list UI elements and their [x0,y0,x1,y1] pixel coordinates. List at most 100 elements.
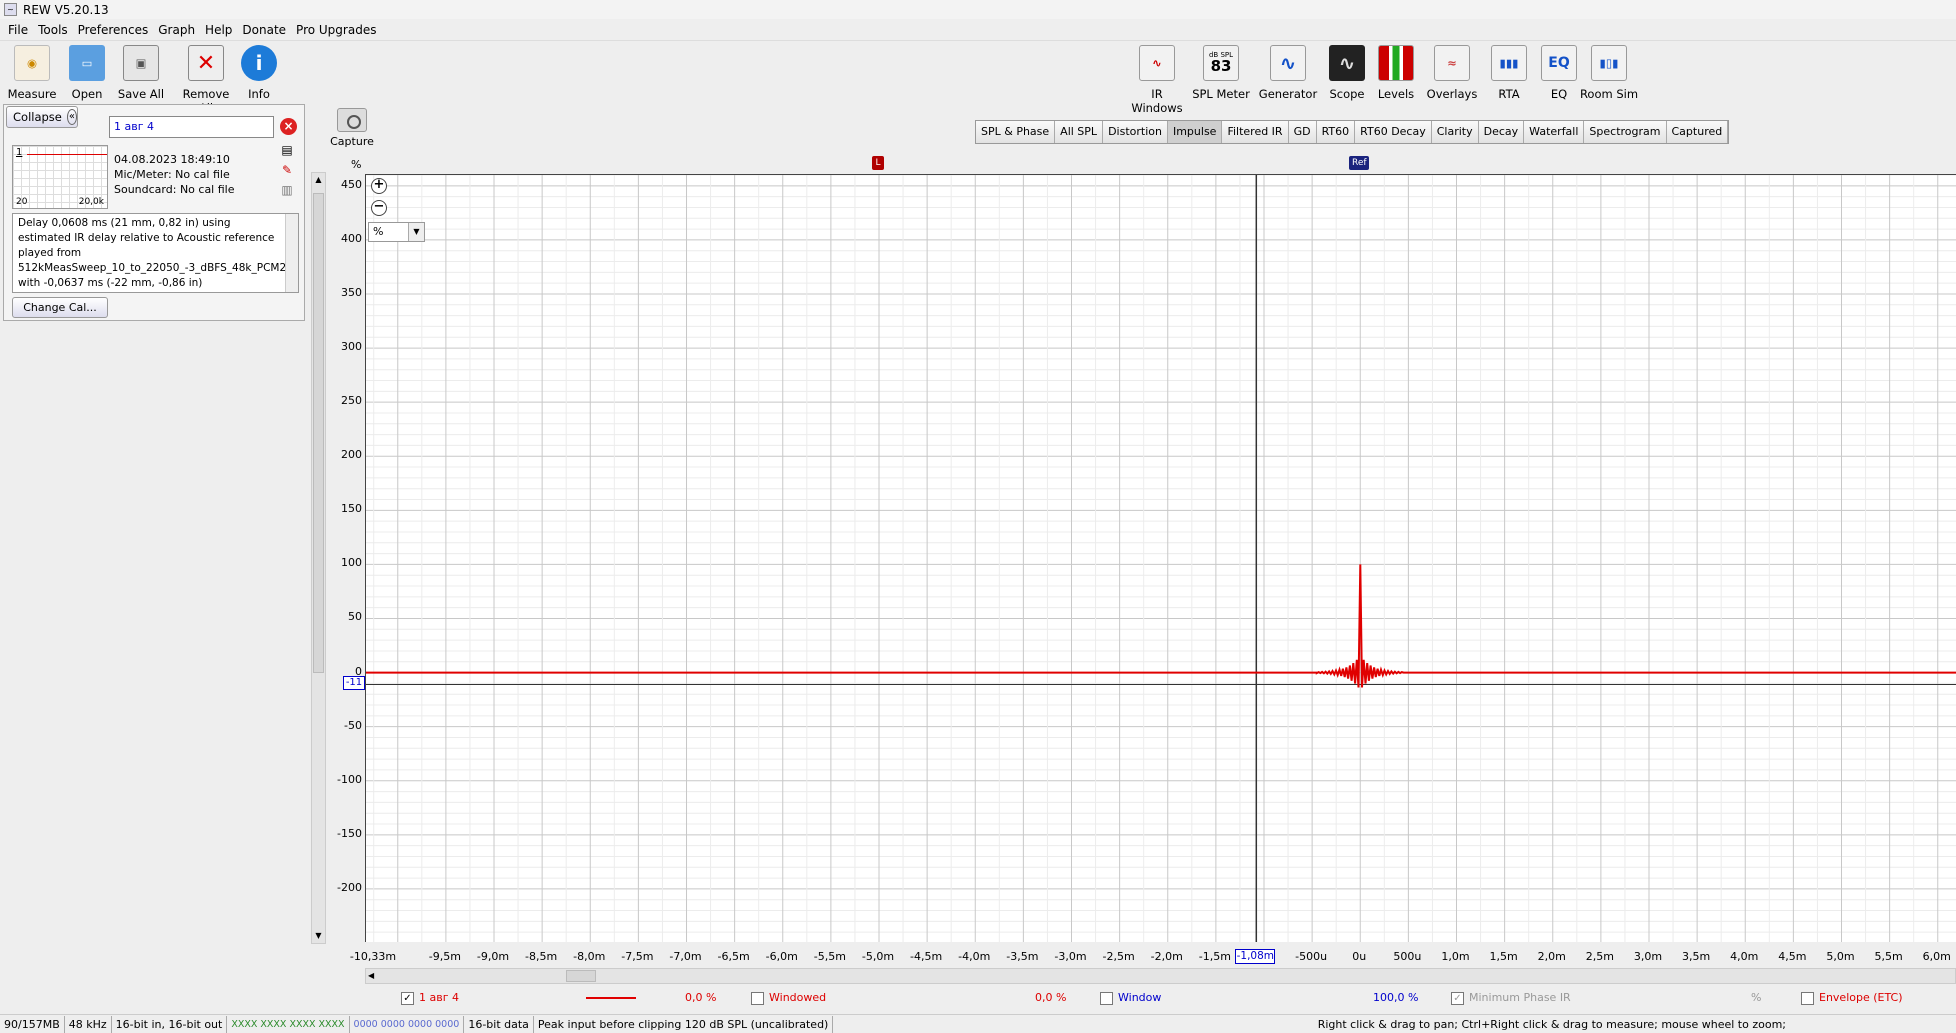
save-measurement-icon[interactable]: ▤ [279,143,295,159]
legend-windowed[interactable]: Windowed [751,991,826,1005]
legend-min-phase[interactable]: ✓ Minimum Phase IR [1451,991,1571,1005]
tab-spectrogram[interactable]: Spectrogram [1584,121,1667,143]
menu-donate[interactable]: Donate [242,23,286,37]
x-tick-label: -7,5m [621,950,654,963]
menu-pro-upgrades[interactable]: Pro Upgrades [296,23,376,37]
remove-measurement-icon[interactable]: × [280,118,297,135]
y-tick-label: 100 [341,556,362,570]
impulse-plot-svg [366,175,1956,942]
marker-l[interactable]: L [872,156,884,170]
change-cal-button[interactable]: Change Cal... [12,297,108,318]
measure-icon: ◉ [14,45,50,81]
menu-graph[interactable]: Graph [158,23,195,37]
room-sim-button[interactable]: ▮▯▮ Room Sim [1577,45,1641,101]
status-peak-input: Peak input before clipping 120 dB SPL (u… [534,1015,834,1033]
tab-spl-phase[interactable]: SPL & Phase [976,121,1056,143]
zoom-in-icon[interactable]: + [371,178,387,194]
spl-meter-icon: dB SPL 83 [1203,45,1239,81]
levels-button[interactable]: Levels [1364,45,1428,101]
y-tick-label: 450 [341,177,362,191]
x-tick-label: -4,0m [958,950,991,963]
horizontal-scroll-thumb[interactable] [566,970,596,982]
y-tick-label: 350 [341,285,362,299]
tab-all-spl[interactable]: All SPL [1055,121,1104,143]
tab-rt60-decay[interactable]: RT60 Decay [1355,121,1432,143]
y-unit-select[interactable]: % ▼ [368,222,425,242]
impulse-plot[interactable] [365,174,1956,942]
scroll-left-icon[interactable]: ◀ [368,969,374,983]
status-memory: 90/157MB [0,1015,65,1033]
menu-file[interactable]: File [8,23,28,37]
folder-icon: ▭ [69,45,105,81]
menu-preferences[interactable]: Preferences [78,23,149,37]
scroll-down-icon[interactable]: ▼ [312,929,325,943]
title-bar: ~ REW V5.20.13 [0,0,1956,19]
tab-rt60[interactable]: RT60 [1316,121,1356,143]
menu-bar: File Tools Preferences Graph Help Donate… [0,19,1956,41]
notes-icon[interactable]: ▥ [279,183,295,199]
measurement-index: 1 [16,147,23,158]
measurement-name-field[interactable]: 1 авг 4 [109,116,274,138]
remove-all-icon: ✕ [188,45,224,81]
capture-button[interactable]: Capture [330,108,374,148]
save-all-label: Save All [117,87,165,101]
zoom-out-icon[interactable]: − [371,200,387,216]
legend-measurement-value: 0,0 % [685,991,717,1004]
legend-windowed-checkbox[interactable] [751,991,764,1005]
tab-clarity[interactable]: Clarity [1431,121,1479,143]
menu-tools[interactable]: Tools [38,23,68,37]
measurement-notes[interactable]: Delay 0,0608 ms (21 mm, 0,82 in) using e… [12,213,299,293]
horizontal-scrollbar[interactable]: ◀ [365,968,1956,984]
scroll-up-icon[interactable]: ▲ [312,173,325,187]
tab-impulse[interactable]: Impulse [1167,121,1223,143]
cursor-y-readout: -11 [343,676,365,691]
menu-help[interactable]: Help [205,23,232,37]
scope-icon: ∿ [1329,45,1365,81]
spl-meter-button[interactable]: dB SPL 83 SPL Meter [1189,45,1253,101]
generator-button[interactable]: ∿ Generator [1256,45,1320,101]
pen-icon[interactable]: ✎ [279,163,295,179]
vertical-scrollbar[interactable]: ▲ ▼ [311,172,326,944]
legend-measurement-checkbox[interactable]: ✓ [401,991,414,1005]
y-tick-label: -200 [337,880,362,894]
legend-window[interactable]: Window [1100,991,1161,1005]
tab-waterfall[interactable]: Waterfall [1524,121,1585,143]
x-tick-label: 2,5m [1585,950,1614,963]
vertical-scroll-thumb[interactable] [313,193,324,673]
tab-distortion[interactable]: Distortion [1103,121,1168,143]
tab-captured[interactable]: Captured [1666,121,1729,143]
status-output-meters: 0000 0000 0000 0000 [350,1015,465,1033]
x-tick-label: -9,5m [428,950,461,963]
room-sim-icon: ▮▯▮ [1591,45,1627,81]
tab-gd[interactable]: GD [1288,121,1317,143]
tab-decay[interactable]: Decay [1478,121,1525,143]
x-tick-label: -3,5m [1006,950,1039,963]
overlays-button[interactable]: ≈ Overlays [1420,45,1484,101]
save-all-button[interactable]: ▣ Save All [109,45,173,101]
x-tick-label: -10,33m [349,950,397,963]
thumbnail-xmax: 20,0k [78,197,104,207]
legend-envelope-checkbox[interactable] [1801,991,1814,1005]
y-tick-label: -100 [337,772,362,786]
legend-min-phase-checkbox[interactable]: ✓ [1451,991,1464,1005]
info-button[interactable]: i Info [227,45,291,101]
legend-measurement[interactable]: ✓ 1 авг 4 [401,991,459,1005]
x-tick-label: 3,0m [1633,950,1663,963]
tab-filtered-ir[interactable]: Filtered IR [1222,121,1289,143]
y-tick-label: 200 [341,448,362,462]
info-icon: i [241,45,277,81]
notes-scrollbar[interactable] [285,214,298,292]
eq-label: EQ [1550,87,1568,101]
legend-envelope[interactable]: Envelope (ETC) [1801,991,1903,1005]
collapse-button[interactable]: Collapse « [6,106,78,128]
levels-icon [1378,45,1414,81]
app-icon: ~ [4,3,17,16]
thumbnail-trace [27,154,107,155]
measurement-thumbnail[interactable]: 1 20 20,0k [12,145,108,209]
ir-windows-icon: ∿ [1139,45,1175,81]
cursor-x-readout: -1,08m [1235,949,1276,964]
ir-windows-button[interactable]: ∿ IR Windows [1125,45,1189,115]
legend-window-checkbox[interactable] [1100,991,1113,1005]
generator-icon: ∿ [1270,45,1306,81]
marker-ref[interactable]: Ref [1349,156,1370,170]
